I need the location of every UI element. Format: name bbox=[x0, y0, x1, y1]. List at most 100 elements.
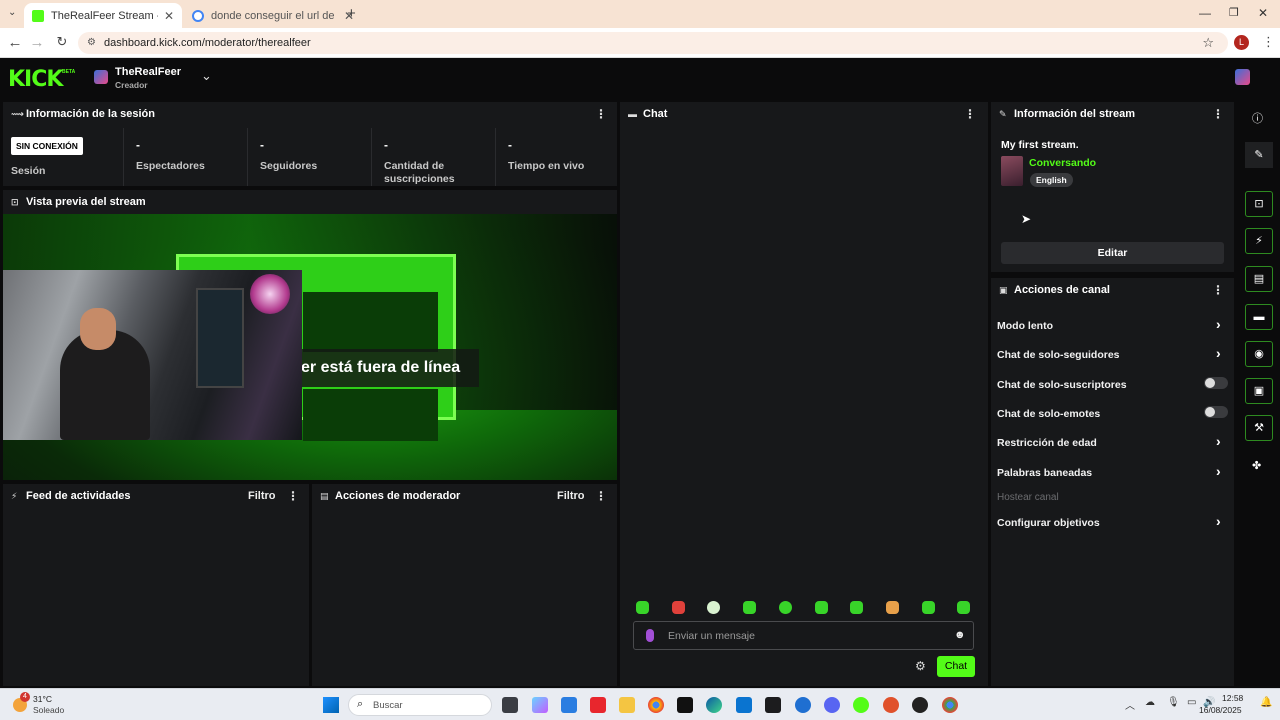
kick-app-icon[interactable] bbox=[853, 697, 869, 713]
clock-time[interactable]: 12:58 bbox=[1222, 693, 1243, 703]
chevron-right-icon[interactable]: › bbox=[1216, 433, 1221, 449]
site-info-icon[interactable]: ⚙ bbox=[87, 32, 96, 54]
chevron-right-icon[interactable]: › bbox=[1216, 463, 1221, 479]
edit-pencil-icon[interactable]: ✎ bbox=[1245, 142, 1273, 168]
emote-icon[interactable] bbox=[636, 601, 649, 614]
stat-followers: - Seguidores bbox=[248, 128, 372, 186]
chat-message-input[interactable]: Enviar un mensaje ☻ bbox=[633, 621, 974, 650]
stat-value: - bbox=[508, 138, 512, 152]
app-icon[interactable] bbox=[883, 697, 899, 713]
tiktok-icon[interactable] bbox=[677, 697, 693, 713]
copilot-icon[interactable] bbox=[532, 697, 548, 713]
file-explorer-icon[interactable] bbox=[619, 697, 635, 713]
broadcast-icon[interactable]: ◉ bbox=[1245, 341, 1273, 367]
emote-icon[interactable] bbox=[957, 601, 970, 614]
profile-avatar[interactable]: L bbox=[1234, 35, 1249, 50]
more-options-icon[interactable]: ⋮ bbox=[595, 489, 607, 503]
url-field[interactable]: ⚙ dashboard.kick.com/moderator/therealfe… bbox=[78, 32, 1228, 54]
emote-icon[interactable] bbox=[886, 601, 899, 614]
subscribers-only-item: Chat de solo-suscriptores bbox=[997, 379, 1127, 391]
microphone-icon[interactable] bbox=[646, 629, 654, 642]
channel-avatar[interactable] bbox=[94, 70, 108, 84]
more-options-icon[interactable]: ⋮ bbox=[595, 107, 607, 121]
slow-mode-item[interactable]: Modo lento bbox=[997, 320, 1053, 332]
chevron-right-icon[interactable]: › bbox=[1216, 513, 1221, 529]
display-icon[interactable]: ▭ bbox=[1187, 697, 1196, 708]
discord-icon[interactable] bbox=[824, 697, 840, 713]
more-options-icon[interactable]: ⋮ bbox=[964, 107, 976, 121]
wrench-icon[interactable]: ⚒ bbox=[1245, 415, 1273, 441]
chrome-icon[interactable] bbox=[648, 697, 664, 713]
emoji-picker-icon[interactable]: ☻ bbox=[954, 629, 966, 641]
configure-goals-item[interactable]: Configurar objetivos bbox=[997, 517, 1100, 529]
microphone-tray-icon[interactable]: 🎙 bbox=[1167, 697, 1180, 708]
age-restriction-item[interactable]: Restricción de edad bbox=[997, 437, 1097, 449]
kick-logo[interactable]: KICK bbox=[8, 67, 63, 92]
steam-icon[interactable] bbox=[765, 697, 781, 713]
emotes-only-toggle[interactable] bbox=[1204, 406, 1228, 418]
stat-value: - bbox=[136, 138, 140, 152]
edge-icon[interactable] bbox=[706, 697, 722, 713]
bookmark-star-icon[interactable]: ☆ bbox=[1202, 32, 1214, 54]
modactions-filter-button[interactable]: Filtro bbox=[557, 490, 585, 502]
user-avatar[interactable] bbox=[1235, 69, 1250, 85]
stream-category[interactable]: Conversando bbox=[1029, 157, 1096, 169]
more-options-icon[interactable]: ⋮ bbox=[1212, 107, 1224, 121]
emote-icon[interactable] bbox=[922, 601, 935, 614]
chat-settings-gear-icon[interactable]: ⚙ bbox=[915, 659, 926, 673]
windows-start-icon[interactable] bbox=[323, 697, 339, 713]
browser-menu-icon[interactable]: ⋮ bbox=[1262, 34, 1275, 50]
lightning-icon[interactable]: ⚡ bbox=[1245, 228, 1273, 254]
tab-google-search[interactable]: donde conseguir el url de kick ✕ bbox=[184, 3, 362, 28]
emote-icon[interactable] bbox=[779, 601, 792, 614]
tab-kick-dashboard[interactable]: TheRealFeer Stream - Kick Dash ✕ bbox=[24, 3, 182, 28]
taskbar-search[interactable]: ⌕ Buscar bbox=[348, 694, 492, 716]
back-icon[interactable]: ← bbox=[6, 34, 24, 51]
edit-stream-button[interactable]: Editar bbox=[1001, 242, 1224, 264]
search-icon: ⌕ bbox=[357, 698, 364, 710]
forward-icon[interactable]: → bbox=[28, 34, 46, 51]
add-widget-icon[interactable]: ✤ bbox=[1252, 459, 1261, 472]
more-options-icon[interactable]: ⋮ bbox=[1212, 283, 1224, 297]
obs-icon[interactable] bbox=[912, 697, 928, 713]
store-icon[interactable] bbox=[561, 697, 577, 713]
emote-icon[interactable] bbox=[850, 601, 863, 614]
emote-icon[interactable] bbox=[743, 601, 756, 614]
activity-filter-button[interactable]: Filtro bbox=[248, 490, 276, 502]
preview-panel-icon[interactable]: ⊡ bbox=[1245, 191, 1273, 217]
notifications-icon[interactable]: 🔔 bbox=[1260, 697, 1272, 708]
app-icon[interactable] bbox=[736, 697, 752, 713]
new-tab-icon[interactable]: + bbox=[347, 5, 356, 22]
followers-only-item[interactable]: Chat de solo-seguidores bbox=[997, 349, 1120, 361]
emote-icon[interactable] bbox=[815, 601, 828, 614]
info-icon[interactable]: ⓘ bbox=[1252, 110, 1263, 126]
tab-search-icon[interactable]: ⌄ bbox=[8, 7, 16, 18]
chrome-active-icon[interactable] bbox=[942, 697, 958, 713]
subscribers-only-toggle[interactable] bbox=[1204, 377, 1228, 389]
youtube-icon[interactable] bbox=[590, 697, 606, 713]
banned-words-item[interactable]: Palabras baneadas bbox=[997, 467, 1092, 479]
minimize-icon[interactable]: — bbox=[1199, 6, 1211, 20]
app-icon[interactable] bbox=[795, 697, 811, 713]
preview-icon: ⊡ bbox=[11, 196, 19, 207]
send-chat-button[interactable]: Chat bbox=[937, 656, 975, 677]
network-icon[interactable]: ☁ bbox=[1145, 697, 1155, 708]
restore-icon[interactable]: ❐ bbox=[1229, 6, 1239, 19]
stat-label: Seguidores bbox=[260, 160, 318, 172]
emote-icon[interactable] bbox=[707, 601, 720, 614]
close-tab-icon[interactable]: ✕ bbox=[164, 9, 174, 23]
close-window-icon[interactable]: ✕ bbox=[1258, 6, 1268, 20]
chevron-right-icon[interactable]: › bbox=[1216, 345, 1221, 361]
channel-switcher-chevron-icon[interactable]: ⌄ bbox=[201, 68, 212, 84]
show-hidden-icons-icon[interactable]: ︿ bbox=[1125, 697, 1135, 712]
clock-date[interactable]: 16/08/2025 bbox=[1199, 705, 1242, 715]
task-view-icon[interactable] bbox=[502, 697, 518, 713]
notes-icon[interactable]: ▤ bbox=[1245, 266, 1273, 292]
more-options-icon[interactable]: ⋮ bbox=[287, 489, 299, 503]
reload-icon[interactable]: ↻ bbox=[53, 34, 71, 50]
stat-value: - bbox=[384, 138, 388, 152]
chat-bubble-icon[interactable]: ▬ bbox=[1245, 304, 1273, 330]
emote-icon[interactable] bbox=[672, 601, 685, 614]
channel-actions-icon[interactable]: ▣ bbox=[1245, 378, 1273, 404]
chevron-right-icon[interactable]: › bbox=[1216, 316, 1221, 332]
